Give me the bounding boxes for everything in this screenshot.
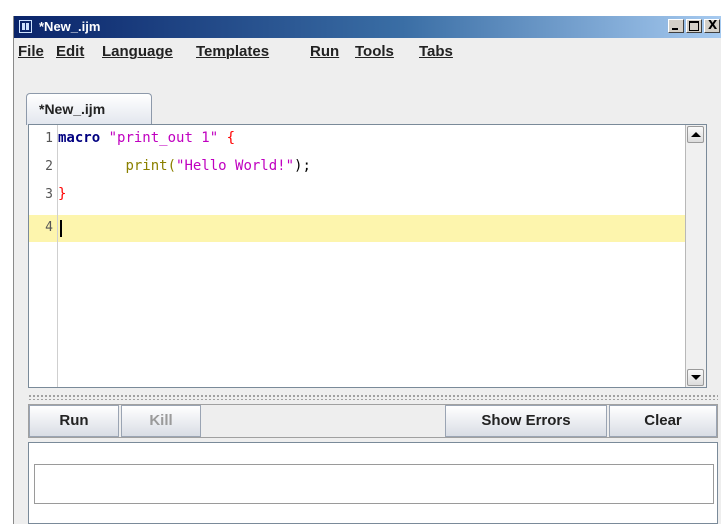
menu-templates[interactable]: Templates (196, 43, 269, 60)
split-pane-divider[interactable] (28, 394, 718, 400)
code-line-2[interactable]: print("Hello World!"); (58, 158, 311, 174)
title-bar[interactable]: *New_.ijm X (14, 16, 721, 38)
line-number: 3 (45, 187, 53, 202)
run-button[interactable]: Run (29, 405, 119, 437)
window-title: *New_.ijm (39, 19, 101, 34)
menu-tools[interactable]: Tools (355, 43, 394, 60)
minimize-button[interactable] (668, 19, 684, 33)
close-button[interactable]: X (704, 18, 720, 33)
output-text-area[interactable] (34, 464, 714, 504)
code-line-1[interactable]: macro "print_out 1" { (58, 130, 235, 146)
close-icon: X (708, 18, 718, 32)
menu-file[interactable]: File (18, 43, 44, 60)
menu-language[interactable]: Language (102, 43, 173, 60)
button-bar: Run Kill Show Errors Clear (28, 404, 718, 438)
string-literal: "Hello World!" (176, 158, 295, 174)
maximize-button[interactable] (686, 19, 702, 33)
menu-tabs[interactable]: Tabs (419, 43, 453, 60)
string-literal: "print_out 1" (108, 130, 219, 146)
clear-button[interactable]: Clear (609, 405, 717, 437)
call-close: ); (294, 158, 311, 174)
close-brace: } (58, 186, 67, 202)
line-number: 1 (45, 131, 53, 146)
function-call: print( (125, 158, 177, 174)
current-line-highlight (58, 215, 686, 242)
scroll-up-arrow-icon[interactable] (687, 126, 704, 143)
show-errors-button[interactable]: Show Errors (445, 405, 607, 437)
scroll-down-arrow-icon[interactable] (687, 369, 704, 386)
menu-edit[interactable]: Edit (56, 43, 84, 60)
menu-bar: File Edit Language Templates Run Tools T… (14, 38, 721, 64)
imagej-app-icon (19, 20, 32, 33)
output-panel (28, 442, 718, 524)
editor-window: *New_.ijm X File Edit Language Templates… (13, 16, 721, 524)
menu-run[interactable]: Run (310, 43, 339, 60)
vertical-scrollbar[interactable] (685, 125, 706, 387)
tab-label: *New_.ijm (39, 101, 106, 117)
tab-new-ijm[interactable]: *New_.ijm (26, 93, 152, 125)
line-number-gutter: 1 2 3 4 (29, 125, 58, 387)
code-editor[interactable]: 1 2 3 4 macro "print_out 1" { print("Hel… (28, 124, 707, 388)
kill-button[interactable]: Kill (121, 405, 201, 437)
text-caret (60, 220, 62, 237)
keyword-macro: macro (58, 130, 101, 146)
code-line-3[interactable]: } (58, 186, 66, 202)
tab-strip: *New_.ijm (14, 64, 721, 125)
line-number: 4 (45, 220, 53, 235)
line-number: 2 (45, 159, 53, 174)
open-brace: { (226, 130, 236, 146)
